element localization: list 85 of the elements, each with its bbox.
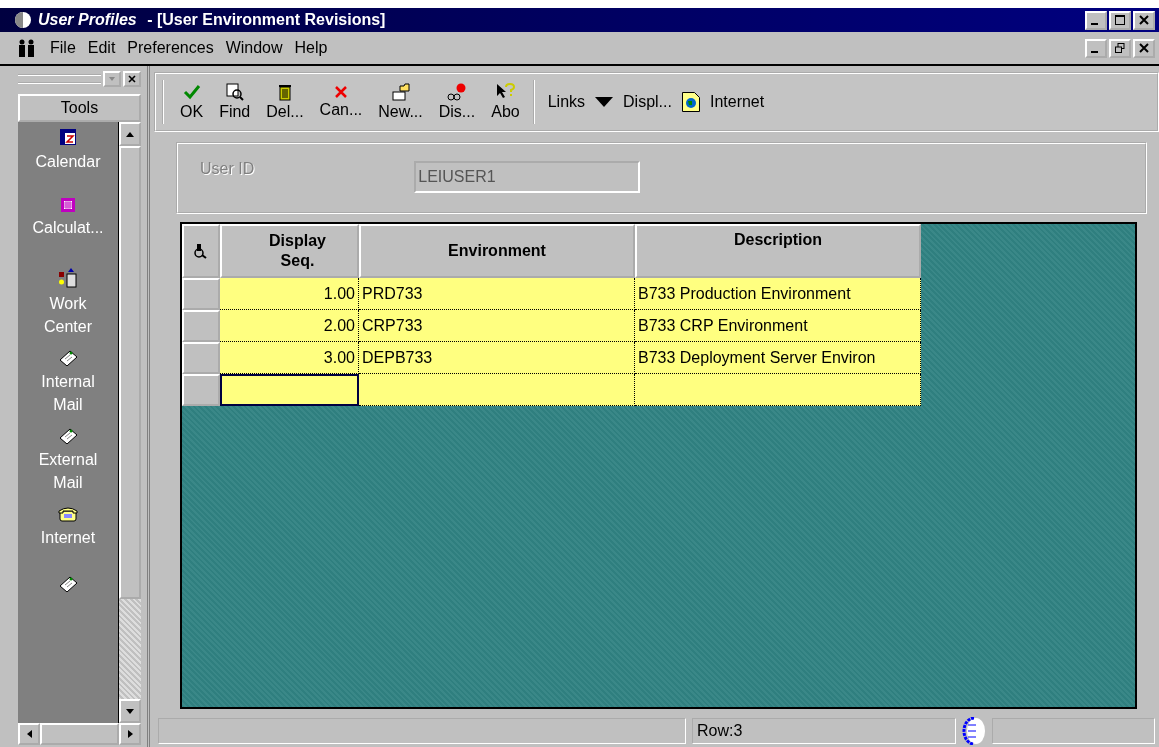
table-cell: B733 CRP Environment <box>635 310 921 342</box>
minimize-button[interactable] <box>1085 38 1107 58</box>
right-arrow-icon <box>127 730 133 738</box>
table-cell: PRD733 <box>359 278 635 310</box>
table-cell: 3.00 <box>220 342 359 374</box>
menu-item[interactable]: Edit <box>87 39 116 57</box>
glasses-icon <box>446 83 467 101</box>
table-cell: B733 Deployment Server Environ <box>635 342 921 374</box>
column-header[interactable]: Description <box>635 224 921 278</box>
minimize-button[interactable] <box>1085 10 1107 30</box>
table-cell: CRP733 <box>359 310 635 342</box>
toolbar-button[interactable]: Del... <box>263 83 307 121</box>
telephone-icon[interactable] <box>58 506 78 522</box>
caret-icon[interactable] <box>595 97 614 107</box>
tool-label[interactable]: Internet <box>28 526 108 549</box>
row-status: Row:3 <box>692 718 956 744</box>
tool-label[interactable]: Calculat... <box>28 216 108 239</box>
help-cursor-icon <box>495 83 516 101</box>
binoculars-icon <box>194 243 208 259</box>
display-button[interactable]: Displ... <box>623 93 672 111</box>
minimize-icon <box>1091 23 1098 25</box>
menu-item[interactable]: File <box>50 39 76 57</box>
column-header[interactable]: Display Seq. <box>220 224 359 278</box>
close-icon <box>1139 43 1149 53</box>
restore-icon <box>1115 43 1125 53</box>
toolbar-button[interactable]: New... <box>375 83 426 121</box>
document-globe-icon[interactable] <box>681 92 700 112</box>
column-header[interactable]: Environment <box>359 224 635 278</box>
folder-icon <box>390 83 411 101</box>
envelope-icon[interactable] <box>58 428 78 444</box>
internet-button[interactable]: Internet <box>709 93 765 111</box>
scroll-down-button[interactable] <box>119 699 141 723</box>
toolbar-button[interactable]: Can... <box>316 85 366 119</box>
calendar-icon[interactable] <box>59 128 77 146</box>
caret-icon <box>108 75 116 83</box>
toolbar-button[interactable]: Find <box>216 83 254 121</box>
toolbar-button[interactable]: Dis... <box>435 83 479 121</box>
close-button[interactable] <box>123 71 141 87</box>
maximize-button[interactable] <box>1109 10 1131 30</box>
restore-button[interactable] <box>1109 38 1131 58</box>
close-button[interactable] <box>1133 38 1155 58</box>
close-icon <box>1139 15 1149 25</box>
globe-icon <box>14 11 32 29</box>
work-center-icon[interactable] <box>58 268 78 288</box>
tool-label[interactable]: Calendar <box>28 150 108 173</box>
menu-item[interactable]: Window <box>225 39 283 57</box>
vertical-scrollbar[interactable] <box>118 122 141 723</box>
user-id-label: User ID <box>200 160 255 178</box>
toolbar-button[interactable]: OK <box>177 83 207 121</box>
table-cell: 1.00 <box>220 278 359 310</box>
toolbar-button[interactable]: Abo <box>488 83 523 121</box>
envelope-icon[interactable] <box>58 576 78 592</box>
window-title: User Profiles <box>38 11 137 29</box>
scroll-thumb[interactable] <box>40 723 119 745</box>
close-button[interactable] <box>1133 10 1155 30</box>
column-header[interactable] <box>182 224 220 278</box>
scroll-right-button[interactable] <box>119 723 141 745</box>
table-cell: B733 Production Environment <box>635 278 921 310</box>
tool-label[interactable]: Internal Mail <box>28 370 108 416</box>
tools-button[interactable]: Tools <box>18 94 141 122</box>
maximize-icon <box>1115 15 1125 25</box>
trash-icon <box>277 83 292 101</box>
scroll-up-button[interactable] <box>119 122 141 146</box>
menu-item[interactable]: Help <box>294 39 328 57</box>
tool-label[interactable]: Work Center <box>28 292 108 338</box>
scroll-thumb[interactable] <box>119 146 141 600</box>
calculator-icon[interactable] <box>61 198 75 212</box>
scroll-left-button[interactable] <box>18 723 40 745</box>
search-icon <box>225 83 244 101</box>
links-button[interactable]: Links <box>547 93 586 111</box>
checkmark-icon <box>182 83 201 101</box>
form-title: - [User Environment Revisions] <box>146 11 386 29</box>
grip-handle[interactable] <box>18 74 101 84</box>
horizontal-scrollbar[interactable] <box>18 723 141 745</box>
table-cell: DEPB733 <box>359 342 635 374</box>
minimize-icon <box>1091 51 1098 53</box>
down-arrow-icon <box>126 708 134 714</box>
up-arrow-icon <box>126 131 134 137</box>
left-arrow-icon <box>26 730 32 738</box>
cancel-icon <box>333 85 348 99</box>
close-icon <box>128 75 136 83</box>
table-cell: 2.00 <box>220 310 359 342</box>
tool-label[interactable]: External Mail <box>28 448 108 494</box>
envelope-icon[interactable] <box>58 350 78 366</box>
menu-item[interactable]: Preferences <box>127 39 214 57</box>
